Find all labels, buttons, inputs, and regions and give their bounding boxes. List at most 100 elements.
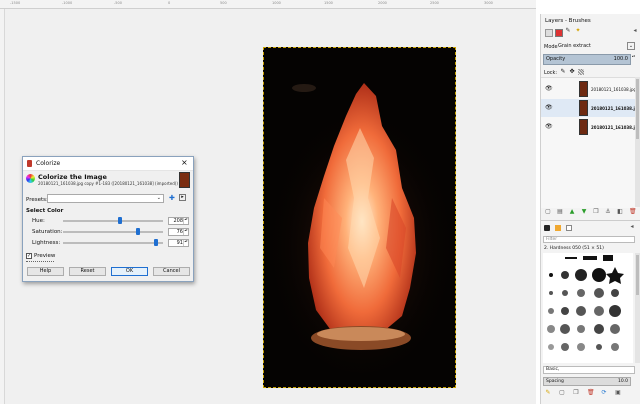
brush-tag-dropdown[interactable]: Basic, [543,366,635,374]
layers-scrollbar[interactable] [635,77,640,207]
ruler-tick-label: -1500 [10,1,21,5]
preset-menu-icon[interactable]: ▸ [179,194,186,201]
layers-tab-icon[interactable] [545,29,553,37]
layer-name[interactable]: 20180121_161038.jp [591,125,638,130]
paths-tab-icon[interactable]: ✎ [565,28,571,34]
hue-value: 208 [173,218,183,224]
cancel-button[interactable]: Cancel [153,267,190,276]
preview-label: Preview [34,253,56,259]
brushes-tab-icon[interactable] [544,225,550,231]
preview-focus-outline [26,261,54,263]
layer-row[interactable]: 👁 20180121_161038.jp [541,118,638,136]
channels-tab-icon[interactable] [555,29,563,37]
presets-dropdown[interactable]: ⌄ [47,194,164,203]
lower-layer-icon[interactable]: ▼ [581,209,587,215]
duplicate-layer-icon[interactable]: ❐ [593,209,599,215]
layer-row-selected[interactable]: 👁 20180121_161038.jp [541,99,638,117]
layer-name[interactable]: 20180121_161038.jp [591,106,638,111]
refresh-brushes-icon[interactable]: ⟳ [601,390,607,396]
eye-icon[interactable]: 👁 [545,104,553,111]
mode-value: Grain extract [558,43,591,49]
layer-thumbnail [579,100,588,116]
brushes-grid[interactable] [543,253,633,363]
hue-spinbutton[interactable]: 208 ▴▾ [168,217,189,225]
preview-checkbox[interactable]: ✓ [26,253,32,259]
ruler-tick-label: -1000 [62,1,73,5]
lock-label: Lock: [544,70,558,76]
spin-arrows-icon[interactable]: ▴▾ [183,240,188,246]
new-layer-icon[interactable]: ▢ [545,209,551,215]
lock-alpha-icon[interactable] [578,69,584,75]
brushes-tab-bar: ◂ [541,220,640,234]
layers-list[interactable]: 👁 20180121_161038.jpg c 👁 20180121_16103… [541,77,640,208]
image-layer-photo[interactable] [263,47,456,388]
hue-slider-track [63,220,163,222]
layers-brushes-dock[interactable]: Layers - Brushes ✎ ✦ ◂ Mode Grain extrac… [540,14,640,404]
anchor-layer-icon[interactable]: ⚓ [605,209,611,215]
scrollbar-thumb[interactable] [636,255,639,295]
brush-presets [547,255,624,351]
brush-filter-input[interactable]: Filter [543,236,635,243]
raise-layer-icon[interactable]: ▲ [569,209,575,215]
mask-layer-icon[interactable]: ◧ [617,209,623,215]
layer-row[interactable]: 👁 20180121_161038.jpg c [541,80,640,98]
lock-position-icon[interactable]: ✥ [569,69,575,75]
spin-arrows-icon[interactable]: ▴▾ [183,229,188,235]
lightness-slider-thumb[interactable] [154,239,159,246]
lightness-slider[interactable] [63,239,163,247]
duplicate-brush-icon[interactable]: ❐ [573,390,579,396]
ok-button[interactable]: OK [111,267,148,276]
dock-menu-icon[interactable]: ◂ [632,28,638,34]
layer-preview-thumbnail [179,172,190,188]
brushes-scrollbar[interactable] [635,253,640,363]
dock-title: Layers - Brushes [545,18,591,24]
dock-tab-bar: ✎ ✦ ◂ [544,28,638,37]
saturation-slider-track [63,231,163,233]
hue-slider-thumb[interactable] [118,217,123,224]
dialog-titlebar[interactable]: Colorize × [23,157,193,171]
presets-label: Presets: [26,197,48,203]
gradients-tab-icon[interactable] [566,225,572,231]
undo-history-tab-icon[interactable]: ✦ [575,28,581,34]
dock-menu-icon[interactable]: ◂ [629,224,635,230]
new-brush-icon[interactable]: ▢ [559,390,565,396]
layer-thumbnail [579,119,588,135]
scrollbar-thumb[interactable] [636,79,639,139]
saturation-spinbutton[interactable]: 76 ▴▾ [168,228,189,236]
lightness-label: Lightness: [32,240,61,246]
filter-placeholder: Filter [546,237,558,242]
colorize-dialog[interactable]: Colorize × Colorize the Image 20180121_1… [22,156,194,282]
ruler-tick-label: 3000 [484,1,493,5]
help-button[interactable]: Help [27,267,64,276]
add-preset-icon[interactable]: ✚ [169,194,175,202]
salt-lamp-image [264,48,455,387]
delete-layer-icon[interactable]: 🗑 [629,209,637,215]
lightness-spinbutton[interactable]: 91 ▴▾ [168,239,189,247]
edit-brush-icon[interactable]: ✎ [545,390,551,396]
eye-icon[interactable]: 👁 [545,85,553,92]
reset-button[interactable]: Reset [69,267,106,276]
dialog-title: Colorize [36,160,61,167]
patterns-tab-icon[interactable] [555,225,561,231]
saturation-slider-thumb[interactable] [135,228,140,235]
spin-arrows-icon[interactable]: ▴▾ [183,218,188,224]
saturation-slider[interactable] [63,228,163,236]
horizontal-ruler[interactable]: -1500 -1000 -500 0 500 1000 1500 2000 25… [0,0,536,9]
layer-name[interactable]: 20180121_161038.jpg c [591,87,640,92]
mode-dropdown[interactable]: Grain extract [558,42,626,50]
close-icon[interactable]: × [181,158,188,167]
eye-icon[interactable]: 👁 [545,123,553,130]
active-brush-name: 2. Hardness 050 (51 × 51) [544,246,604,251]
lock-pixels-icon[interactable]: ✎ [560,69,566,75]
delete-brush-icon[interactable]: 🗑 [587,390,595,396]
saturation-label: Saturation: [32,229,63,235]
layer-thumbnail [579,81,588,97]
hue-slider[interactable] [63,217,163,225]
spin-arrows-icon[interactable]: ▴▾ [632,54,636,65]
opacity-slider[interactable]: Opacity 100.0 [543,54,631,65]
open-brush-as-image-icon[interactable]: ▣ [615,390,621,396]
new-layer-group-icon[interactable]: ▤ [557,209,563,215]
chevron-down-icon[interactable]: ⌄ [627,42,635,50]
lightness-slider-track [63,242,163,244]
spacing-slider[interactable]: Spacing 10.0 [543,377,631,386]
